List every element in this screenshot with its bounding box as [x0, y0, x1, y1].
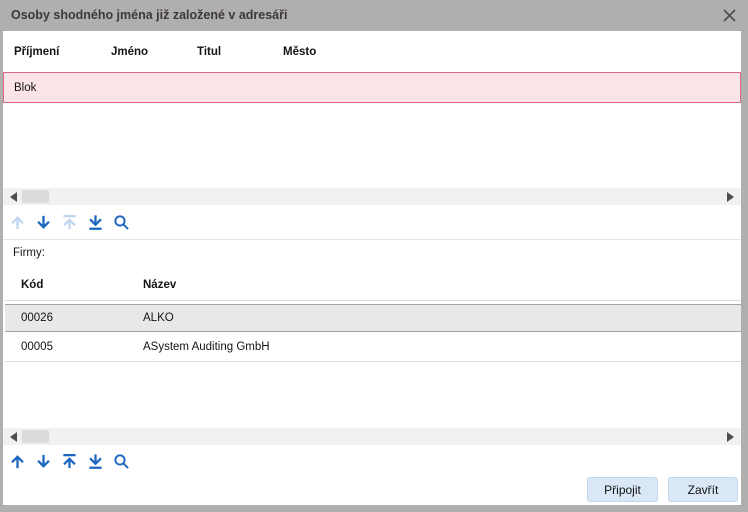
firm-row[interactable]: 00005 ASystem Auditing GmbH — [5, 332, 741, 362]
arrow-up-to-bar-icon — [61, 214, 78, 231]
arrow-up-to-bar-icon — [61, 453, 78, 470]
move-last-button[interactable] — [85, 211, 105, 234]
person-row[interactable]: Blok — [3, 72, 741, 103]
column-header-mesto[interactable]: Město — [283, 46, 316, 58]
column-header-prijmeni[interactable]: Příjmení — [14, 46, 59, 58]
scroll-right-icon[interactable] — [727, 432, 734, 442]
firms-label: Firmy: — [13, 247, 45, 259]
scroll-right-icon[interactable] — [727, 192, 734, 202]
persons-toolbar — [7, 211, 131, 234]
dialog-content: Příjmení Jméno Titul Město Blok — [3, 31, 741, 505]
search-button[interactable] — [111, 211, 131, 234]
person-surname: Blok — [14, 82, 36, 94]
arrow-down-icon — [35, 214, 52, 231]
arrow-down-icon — [35, 453, 52, 470]
firm-code: 00005 — [21, 341, 53, 353]
firm-row-selected[interactable]: 00026 ALKO — [5, 304, 741, 332]
firm-name: ASystem Auditing GmbH — [143, 341, 270, 353]
search-icon — [113, 453, 130, 470]
arrow-up-icon — [9, 214, 26, 231]
scrollbar-thumb[interactable] — [22, 430, 49, 443]
move-first-button[interactable] — [59, 211, 79, 234]
search-icon — [113, 214, 130, 231]
firm-name: ALKO — [143, 312, 174, 324]
section-divider — [3, 239, 741, 240]
persons-scrollbar[interactable] — [3, 188, 741, 205]
move-down-button[interactable] — [33, 450, 53, 473]
move-up-button[interactable] — [7, 211, 27, 234]
move-up-button[interactable] — [7, 450, 27, 473]
scrollbar-thumb[interactable] — [22, 190, 49, 203]
firms-toolbar — [7, 450, 131, 473]
attach-button-label: Připojit — [604, 483, 641, 497]
arrow-down-to-bar-icon — [87, 453, 104, 470]
attach-button[interactable]: Připojit — [587, 477, 658, 502]
move-first-button[interactable] — [59, 450, 79, 473]
column-header-nazev[interactable]: Název — [143, 279, 176, 291]
dialog-window: Osoby shodného jména již založené v adre… — [0, 0, 748, 512]
scroll-left-icon[interactable] — [10, 432, 17, 442]
arrow-down-to-bar-icon — [87, 214, 104, 231]
close-button[interactable]: Zavřít — [668, 477, 738, 502]
firms-scrollbar[interactable] — [3, 428, 741, 445]
title-bar[interactable]: Osoby shodného jména již založené v adre… — [0, 0, 748, 31]
move-down-button[interactable] — [33, 211, 53, 234]
scroll-left-icon[interactable] — [10, 192, 17, 202]
search-button[interactable] — [111, 450, 131, 473]
column-header-kod[interactable]: Kód — [21, 279, 43, 291]
column-header-jmeno[interactable]: Jméno — [111, 46, 148, 58]
column-header-titul[interactable]: Titul — [197, 46, 221, 58]
dialog-title: Osoby shodného jména již založené v adre… — [11, 0, 287, 31]
close-button-label: Zavřít — [688, 483, 719, 497]
firms-header-underline — [5, 300, 741, 301]
arrow-up-icon — [9, 453, 26, 470]
firm-code: 00026 — [21, 312, 53, 324]
move-last-button[interactable] — [85, 450, 105, 473]
close-icon[interactable] — [721, 7, 738, 24]
